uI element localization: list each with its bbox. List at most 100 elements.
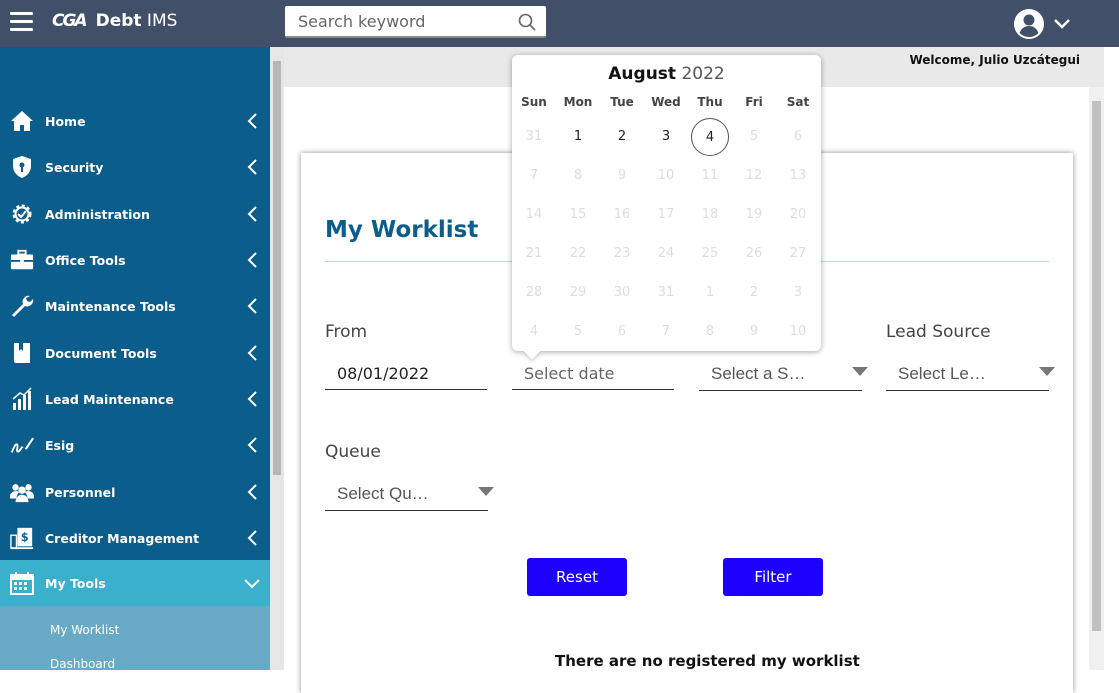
calendar-icon — [10, 571, 34, 595]
calendar-day: 14 — [525, 207, 543, 222]
calendar-day[interactable]: 1 — [559, 118, 597, 156]
sidebar-item-label: Creditor Management — [45, 530, 200, 546]
calendar-day: 7 — [661, 324, 671, 339]
queue-label: Queue — [325, 442, 381, 462]
calendar-day: 9 — [617, 168, 627, 183]
calendar-day: 6 — [617, 324, 627, 339]
sidebar-scrollbar[interactable] — [270, 47, 284, 670]
sidebar-item-home[interactable]: Home — [0, 98, 270, 144]
chevron-left-icon — [247, 298, 257, 314]
sidebar-item-creditor-management[interactable]: $ Creditor Management — [0, 515, 270, 561]
lead-source-select[interactable]: Select Le… — [886, 358, 1055, 391]
calendar-day: 31 — [657, 285, 675, 300]
calendar-day: 9 — [749, 324, 759, 339]
scrollbar-thumb[interactable] — [273, 61, 281, 475]
sidebar-item-security[interactable]: Security — [0, 144, 270, 190]
sidebar-item-label: Security — [45, 159, 104, 175]
calendar-day: 26 — [745, 246, 763, 261]
calendar-day[interactable]: 4 — [691, 118, 729, 156]
reset-button[interactable]: Reset — [527, 558, 627, 596]
bar-chart-icon — [10, 387, 34, 411]
sidebar-item-lead-maintenance[interactable]: Lead Maintenance — [0, 376, 270, 422]
from-label: From — [325, 322, 368, 342]
book-icon — [10, 341, 34, 365]
calendar-day: 16 — [613, 207, 631, 222]
top-bar: CGA Debt IMS — [0, 0, 1119, 47]
svg-text:$: $ — [21, 531, 29, 544]
sidebar-item-label: Maintenance Tools — [45, 298, 176, 314]
calendar-day: 19 — [745, 207, 763, 222]
calendar-year[interactable]: 2022 — [681, 64, 724, 84]
weekday-header: Fri — [745, 95, 763, 109]
subitem-my-worklist[interactable]: My Worklist — [50, 623, 119, 637]
sidebar-item-document-tools[interactable]: Document Tools — [0, 330, 270, 376]
dropdown-arrow-icon — [1039, 367, 1055, 376]
calendar-day: 29 — [569, 285, 587, 300]
status-select-value: Select a S… — [711, 364, 806, 383]
calendar-day[interactable]: 3 — [647, 118, 685, 156]
sidebar-item-my-tools[interactable]: My Tools — [0, 560, 270, 606]
calendar-day: 10 — [789, 324, 807, 339]
app-logo[interactable]: CGA Debt IMS — [52, 11, 177, 31]
sidebar-item-administration[interactable]: Administration — [0, 191, 270, 237]
calendar-day: 17 — [657, 207, 675, 222]
my-tools-submenu: My Worklist Dashboard — [0, 606, 270, 671]
sidebar-item-maintenance-tools[interactable]: Maintenance Tools — [0, 283, 270, 329]
calendar-month[interactable]: August — [608, 64, 676, 84]
lead-source-select-value: Select Le… — [898, 364, 986, 383]
calendar-day: 15 — [569, 207, 587, 222]
home-icon — [10, 109, 34, 133]
calendar-day: 6 — [793, 129, 803, 144]
from-date-input[interactable]: 08/01/2022 — [325, 357, 487, 390]
chevron-left-icon — [247, 252, 257, 268]
toolbox-icon — [10, 248, 34, 272]
date-picker-popup: August 2022 Sun Mon Tue Wed Thu Fri Sat 31 1 2 3 4 5… — [512, 55, 821, 360]
sidebar-item-label: Esig — [45, 437, 75, 453]
subitem-dashboard[interactable]: Dashboard — [50, 657, 115, 671]
page-title: My Worklist — [325, 217, 479, 243]
app-name: Debt IMS — [95, 11, 178, 31]
sidebar-item-label: Home — [45, 113, 86, 129]
sidebar-item-personnel[interactable]: Personnel — [0, 469, 270, 515]
shield-icon — [10, 155, 34, 179]
chevron-left-icon — [247, 345, 257, 361]
calendar-day: 24 — [657, 246, 675, 261]
calendar-day: 4 — [529, 324, 539, 339]
chevron-left-icon — [247, 530, 257, 546]
weekday-header: Wed — [651, 95, 681, 109]
chevron-left-icon — [247, 159, 257, 175]
logo-mark: CGA — [52, 11, 88, 31]
sidebar-item-office-tools[interactable]: Office Tools — [0, 237, 270, 283]
calendar-day: 31 — [525, 129, 543, 144]
calendar-day: 7 — [529, 168, 539, 183]
calendar-day: 30 — [613, 285, 631, 300]
main-scrollbar[interactable] — [1089, 87, 1104, 670]
filter-button[interactable]: Filter — [723, 558, 823, 596]
chevron-down-icon — [1054, 19, 1070, 29]
calendar-day: 22 — [569, 246, 587, 261]
search-icon[interactable] — [518, 13, 536, 31]
empty-message: There are no registered my worklist — [555, 652, 860, 670]
to-date-input[interactable]: Select date — [512, 357, 674, 390]
weekday-header: Thu — [697, 95, 723, 109]
sidebar-item-label: Administration — [45, 206, 150, 222]
search-input[interactable] — [298, 6, 518, 36]
building-dollar-icon: $ — [10, 526, 34, 550]
wrench-icon — [10, 294, 34, 318]
right-margin — [1104, 47, 1119, 670]
user-menu-button[interactable] — [1013, 8, 1071, 40]
sidebar-item-label: My Tools — [45, 575, 106, 591]
hamburger-menu-icon[interactable] — [10, 12, 33, 32]
calendar-day: 5 — [749, 129, 759, 144]
calendar-day: 8 — [573, 168, 583, 183]
dropdown-arrow-icon — [478, 487, 494, 496]
calendar-header: August 2022 — [512, 64, 821, 84]
calendar-day[interactable]: 2 — [603, 118, 641, 156]
sidebar-item-esig[interactable]: Esig — [0, 422, 270, 468]
sidebar-item-label: Lead Maintenance — [45, 391, 174, 407]
scrollbar-thumb[interactable] — [1092, 101, 1101, 631]
calendar-day: 18 — [701, 207, 719, 222]
status-select[interactable]: Select a S… — [699, 358, 868, 391]
lead-source-label: Lead Source — [886, 322, 991, 342]
queue-select[interactable]: Select Qu… — [325, 478, 494, 511]
